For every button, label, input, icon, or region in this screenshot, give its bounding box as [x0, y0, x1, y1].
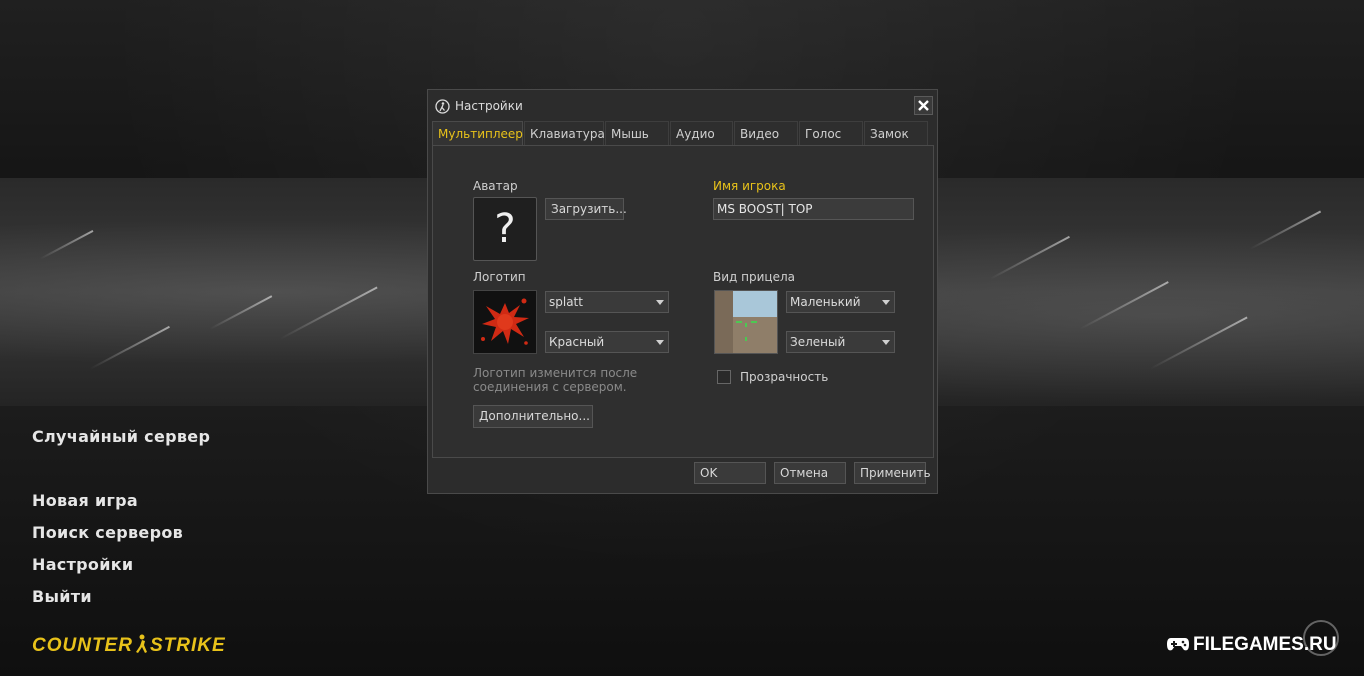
tab-multiplayer[interactable]: Мультиплеер: [432, 121, 523, 145]
gamepad-icon: [1167, 638, 1189, 651]
crosshair-icon: [715, 291, 777, 353]
crosshair-size-select[interactable]: Маленький: [786, 291, 895, 313]
counter-strike-logo-art: COUNTER STRIKE: [32, 634, 226, 656]
spray-logo-preview: [473, 290, 537, 354]
chevron-down-icon: [882, 340, 890, 345]
logo-select-value: splatt: [549, 295, 583, 309]
close-icon: [918, 100, 929, 111]
splatt-icon: [481, 298, 529, 345]
menu-quit[interactable]: Выйти: [32, 587, 92, 606]
logo-label: Логотип: [473, 270, 526, 284]
avatar-label: Аватар: [473, 179, 518, 193]
logo-hint: Логотип изменится после соединения с сер…: [473, 366, 638, 394]
counter-strike-logo: COUNTER STRIKE: [32, 632, 240, 662]
menu-new-game[interactable]: Новая игра: [32, 491, 138, 510]
svg-text:STRIKE: STRIKE: [150, 635, 226, 656]
cancel-button[interactable]: Отмена: [774, 462, 846, 484]
logo-select[interactable]: splatt: [545, 291, 669, 313]
chevron-down-icon: [882, 300, 890, 305]
upload-avatar-button[interactable]: Загрузить...: [545, 198, 627, 220]
menu-settings[interactable]: Настройки: [32, 555, 133, 574]
avatar-image: ?: [473, 197, 537, 261]
steam-app-icon: [435, 99, 450, 114]
menu-random-server[interactable]: Случайный сервер: [32, 427, 210, 446]
player-name-input[interactable]: MS BOOST| TOP: [713, 198, 914, 220]
multiplayer-panel: Аватар ? Загрузить... Имя игрока MS BOOS…: [432, 145, 934, 458]
chevron-down-icon: [656, 300, 664, 305]
close-button[interactable]: [914, 96, 933, 115]
crosshair-color-value: Зеленый: [790, 335, 846, 349]
transparency-checkbox[interactable]: [717, 370, 731, 384]
crosshair-size-value: Маленький: [790, 295, 861, 309]
menu-find-servers[interactable]: Поиск серверов: [32, 523, 183, 542]
tab-video[interactable]: Видео: [734, 121, 798, 145]
logo-color-select[interactable]: Красный: [545, 331, 669, 353]
settings-dialog: Настройки Мультиплеер Клавиатура Мышь Ау…: [427, 89, 938, 494]
tab-audio[interactable]: Аудио: [670, 121, 733, 145]
chevron-down-icon: [656, 340, 664, 345]
logo-color-value: Красный: [549, 335, 605, 349]
tab-voice[interactable]: Голос: [799, 121, 863, 145]
ok-button[interactable]: OK: [694, 462, 766, 484]
dialog-title: Настройки: [455, 99, 523, 113]
crosshair-color-select[interactable]: Зеленый: [786, 331, 895, 353]
transparency-label: Прозрачность: [740, 370, 829, 384]
filegames-watermark: FILEGAMES.RU: [1167, 634, 1337, 656]
tab-lock[interactable]: Замок: [864, 121, 928, 145]
crosshair-preview: [714, 290, 778, 354]
tab-keyboard[interactable]: Клавиатура: [524, 121, 605, 145]
advanced-button[interactable]: Дополнительно...: [473, 405, 593, 428]
svg-text:COUNTER: COUNTER: [32, 635, 133, 656]
player-name-label: Имя игрока: [713, 179, 786, 193]
apply-button[interactable]: Применить: [854, 462, 931, 484]
tab-mouse[interactable]: Мышь: [605, 121, 669, 145]
crosshair-label: Вид прицела: [713, 270, 795, 284]
watermark-text: FILEGAMES.RU: [1193, 634, 1337, 655]
